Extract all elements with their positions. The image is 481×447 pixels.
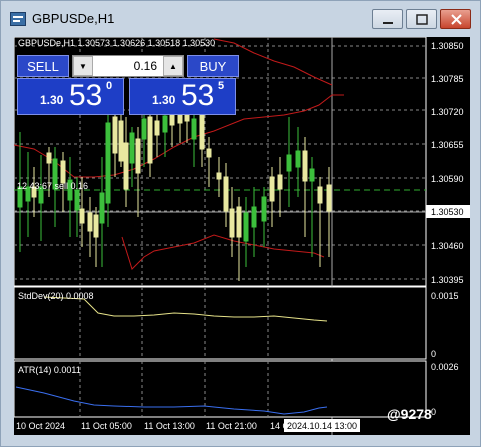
sell-price-prefix: 1.30 bbox=[40, 93, 64, 107]
time-crosshair-label: 2024.10.14 13:00 bbox=[287, 421, 357, 431]
svg-text:11 Oct 05:00: 11 Oct 05:00 bbox=[81, 421, 132, 431]
price-tick: 1.30850 bbox=[431, 41, 464, 51]
stddev-tick: 0.0015 bbox=[431, 291, 459, 301]
atr-tick: 0.0026 bbox=[431, 362, 459, 372]
svg-text:10 Oct 2024: 10 Oct 2024 bbox=[16, 421, 65, 431]
current-price-tag: 1.30530 bbox=[431, 207, 464, 217]
stddev-tick: 0 bbox=[431, 349, 436, 359]
lot-size-field[interactable]: ▼ 0.16 ▲ bbox=[72, 55, 184, 77]
close-button[interactable] bbox=[440, 9, 471, 29]
buy-price-prefix: 1.30 bbox=[152, 93, 176, 107]
price-tick: 1.30460 bbox=[431, 241, 464, 251]
one-click-trading-panel: SELL ▼ 0.16 ▲ BUY 1.30 53 0 1.30 53 5 bbox=[17, 55, 239, 115]
order-line-label: 12 43:67 sell 0.16 bbox=[17, 181, 88, 191]
price-axis: 1.30850 1.30785 1.30720 1.30655 1.30590 … bbox=[426, 41, 470, 285]
sell-price-main: 53 bbox=[69, 79, 103, 112]
maximize-button[interactable] bbox=[406, 9, 437, 29]
buy-price-main: 53 bbox=[181, 79, 215, 112]
title-bar[interactable]: GBPUSDe,H1 bbox=[1, 1, 480, 37]
price-tick: 1.30395 bbox=[431, 275, 464, 285]
price-tick: 1.30655 bbox=[431, 140, 464, 150]
buy-price-box[interactable]: 1.30 53 5 bbox=[129, 78, 236, 115]
price-tick: 1.30590 bbox=[431, 174, 464, 184]
stddev-label: StdDev(20) 0.0008 bbox=[18, 291, 94, 301]
chart-window-icon bbox=[10, 12, 26, 26]
sell-button[interactable]: SELL bbox=[17, 55, 69, 77]
lot-value[interactable]: 0.16 bbox=[95, 59, 157, 73]
price-tick: 1.30785 bbox=[431, 74, 464, 84]
svg-text:11 Oct 13:00: 11 Oct 13:00 bbox=[144, 421, 195, 431]
time-axis: 10 Oct 2024 11 Oct 05:00 11 Oct 13:00 11… bbox=[16, 419, 360, 432]
minimize-button[interactable] bbox=[372, 9, 403, 29]
price-tick: 1.30720 bbox=[431, 107, 464, 117]
buy-price-point: 5 bbox=[218, 80, 225, 92]
chart-area[interactable]: GBPUSDe,H1 1.30573 1.30626 1.30518 1.305… bbox=[14, 37, 470, 435]
sell-price-point: 0 bbox=[106, 80, 113, 92]
window-title: GBPUSDe,H1 bbox=[32, 11, 115, 26]
buy-button[interactable]: BUY bbox=[187, 55, 239, 77]
chart-header: GBPUSDe,H1 1.30573 1.30626 1.30518 1.305… bbox=[18, 38, 215, 48]
sell-price-box[interactable]: 1.30 53 0 bbox=[17, 78, 124, 115]
atr-label: ATR(14) 0.0011 bbox=[18, 365, 81, 375]
chart-window: GBPUSDe,H1 GBPUSDe,H1 1.30573 1.30626 1.… bbox=[0, 0, 481, 447]
lot-decrease-button[interactable]: ▼ bbox=[73, 56, 93, 76]
svg-text:11 Oct 21:00: 11 Oct 21:00 bbox=[206, 421, 257, 431]
watermark: @9278 bbox=[387, 406, 432, 422]
lot-increase-button[interactable]: ▲ bbox=[163, 56, 183, 76]
